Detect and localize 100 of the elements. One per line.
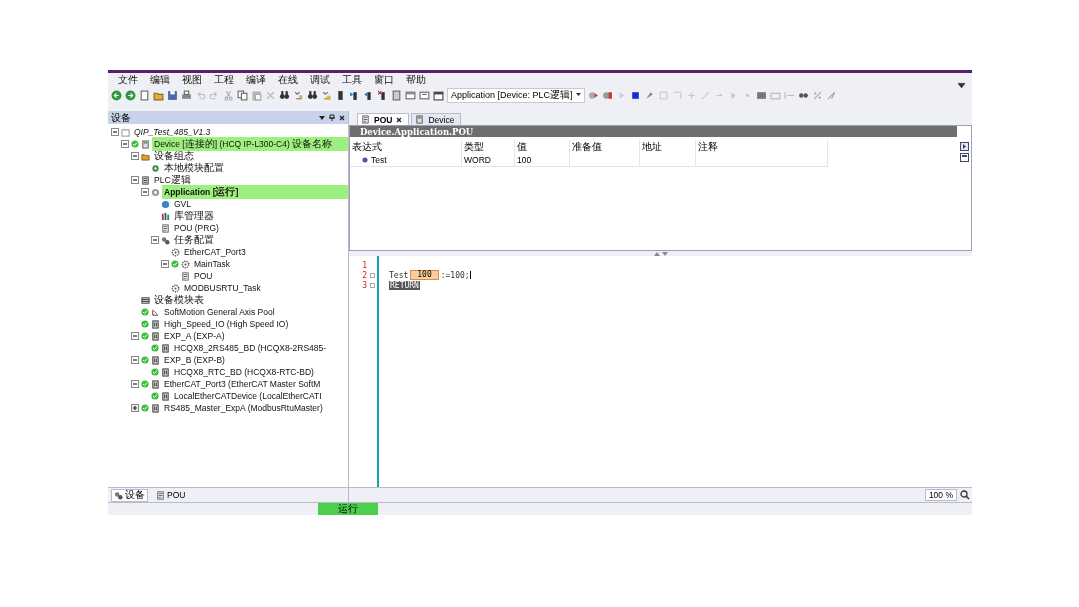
menu-item[interactable]: 编译 [240, 73, 272, 87]
line-number: 3 [362, 280, 367, 290]
module-icon [151, 331, 160, 341]
pin-icon[interactable] [329, 114, 335, 121]
variable-icon [362, 157, 368, 163]
collapse-icon[interactable] [131, 332, 139, 340]
tree-item[interactable]: MODBUSRTU_Task [182, 283, 263, 293]
panel-tab[interactable]: 设备 [111, 488, 148, 502]
tree-item[interactable]: LocalEtherCATDevice (LocalEtherCATI [172, 391, 324, 401]
forward-icon[interactable] [125, 89, 136, 101]
line-number: 1 [362, 260, 367, 270]
menu-item[interactable]: 文件 [112, 73, 144, 87]
splitter-arrows-icon[interactable] [653, 251, 668, 256]
window-icon[interactable] [405, 89, 416, 101]
tree-item[interactable]: EtherCAT_Port3 (EtherCAT Master SoftM [162, 379, 323, 389]
tree-item[interactable]: HCQX8_2RS485_BD (HCQX8-2RS485- [172, 343, 329, 353]
tree-item[interactable]: 任务配置 [172, 233, 216, 247]
collapse-icon[interactable] [161, 260, 169, 268]
editor-tab[interactable]: POU [357, 113, 410, 125]
keyword: RETURN [389, 280, 420, 290]
menu-item[interactable]: 编辑 [144, 73, 176, 87]
tree-item[interactable]: 库管理器 [172, 209, 216, 223]
menu-item[interactable]: 工具 [336, 73, 368, 87]
close-icon[interactable] [339, 114, 345, 121]
save-icon[interactable] [167, 89, 178, 101]
books-icon [161, 211, 170, 221]
dropdown-icon[interactable] [319, 114, 325, 121]
collapse-icon[interactable] [111, 128, 119, 136]
tree-item[interactable]: EXP_B (EXP-B) [162, 355, 227, 365]
menu-item[interactable]: 在线 [272, 73, 304, 87]
variable-name: Test [389, 270, 409, 280]
close-icon[interactable] [396, 116, 403, 123]
column-header[interactable]: 类型 [461, 140, 515, 154]
collapse-icon[interactable] [141, 188, 149, 196]
menu-item[interactable]: 调试 [304, 73, 336, 87]
tree-item[interactable]: RS485_Master_ExpA (ModbusRtuMaster) [162, 403, 325, 413]
tree-item[interactable]: POU (PRG) [172, 223, 221, 233]
tree-item[interactable]: EXP_A (EXP-A) [162, 331, 227, 341]
tree-item[interactable]: EtherCAT_Port3 [182, 247, 248, 257]
module-icon [161, 367, 170, 377]
tree-item[interactable]: POU [192, 271, 215, 281]
tree-item[interactable]: 本地模块配置 [162, 161, 226, 175]
binoculars-icon[interactable] [307, 89, 318, 101]
collapse-icon[interactable] [131, 356, 139, 364]
paste-icon[interactable] [251, 89, 262, 101]
tree-item[interactable]: 设备模块表 [152, 293, 206, 307]
run-status: 运行 [318, 503, 378, 515]
bookmark-next-icon[interactable] [349, 89, 360, 101]
menu-item[interactable]: 帮助 [400, 73, 432, 87]
binoculars-icon[interactable] [279, 89, 290, 101]
collapse-icon[interactable] [121, 140, 129, 148]
tree-item[interactable]: QIP_Test_485_V1.3 [132, 127, 213, 137]
tree-item[interactable]: HCQX8_RTC_BD (HCQX8-RTC-BD) [172, 367, 316, 377]
printer-icon[interactable] [181, 89, 192, 101]
menu-item[interactable]: 工程 [208, 73, 240, 87]
module-icon [161, 343, 170, 353]
collapse-icon[interactable] [131, 380, 139, 388]
back-icon[interactable] [111, 89, 122, 101]
magnifier-icon[interactable] [960, 490, 970, 500]
menu-item[interactable]: 窗口 [368, 73, 400, 87]
column-header[interactable]: 表达式 [350, 140, 462, 154]
clipboard-icon[interactable] [391, 89, 402, 101]
inline-value: 100 [410, 270, 439, 280]
panel-toggle-icon[interactable] [959, 153, 969, 162]
panel-tab[interactable]: POU [154, 489, 188, 501]
copy-icon[interactable] [237, 89, 248, 101]
tree-item[interactable]: PLC逻辑 [152, 173, 193, 187]
menu-item[interactable]: 视图 [176, 73, 208, 87]
column-header[interactable]: 地址 [639, 140, 696, 154]
application-selector[interactable]: Application [Device: PLC逻辑] [447, 87, 585, 103]
panel-title: 设备 [111, 110, 132, 125]
stop-icon[interactable] [629, 89, 641, 101]
window-icon[interactable] [419, 89, 430, 101]
tree-item[interactable]: MainTask [192, 259, 232, 269]
collapse-icon[interactable] [151, 236, 159, 244]
caret-icon [575, 93, 581, 97]
collapse-icon[interactable] [131, 176, 139, 184]
device-icon [141, 139, 150, 149]
zoom-level[interactable]: 100 % [924, 489, 957, 501]
device-icon [415, 115, 425, 124]
new-file-icon[interactable] [139, 89, 150, 101]
column-header[interactable]: 准备值 [569, 140, 640, 154]
panel-toggle-icon[interactable] [959, 142, 969, 151]
tree-item[interactable]: GVL [172, 199, 193, 209]
column-header[interactable]: 值 [514, 140, 570, 154]
bookmark-clear-icon[interactable] [377, 89, 388, 101]
folder-icon [141, 151, 150, 161]
dropdown-icon[interactable] [957, 81, 966, 91]
tree-item[interactable]: SoftMotion General Axis Pool [162, 307, 277, 317]
editor-tab[interactable]: Device [411, 113, 462, 125]
expand-icon[interactable] [131, 404, 139, 412]
bookmark-prev-icon[interactable] [363, 89, 374, 101]
tree-item[interactable]: Application [运行] [162, 185, 348, 199]
bookmark-icon[interactable] [335, 89, 346, 101]
tree-item[interactable]: High_Speed_IO (High Speed IO) [162, 319, 291, 329]
column-header[interactable]: 注释 [695, 140, 828, 154]
tree-item[interactable]: 设备组态 [152, 149, 196, 163]
monitor-icon[interactable] [755, 89, 767, 101]
collapse-icon[interactable] [131, 152, 139, 160]
tree-item[interactable]: Device [连接的] (HCQ IP-L300-C4) 设备名称 [152, 137, 348, 151]
